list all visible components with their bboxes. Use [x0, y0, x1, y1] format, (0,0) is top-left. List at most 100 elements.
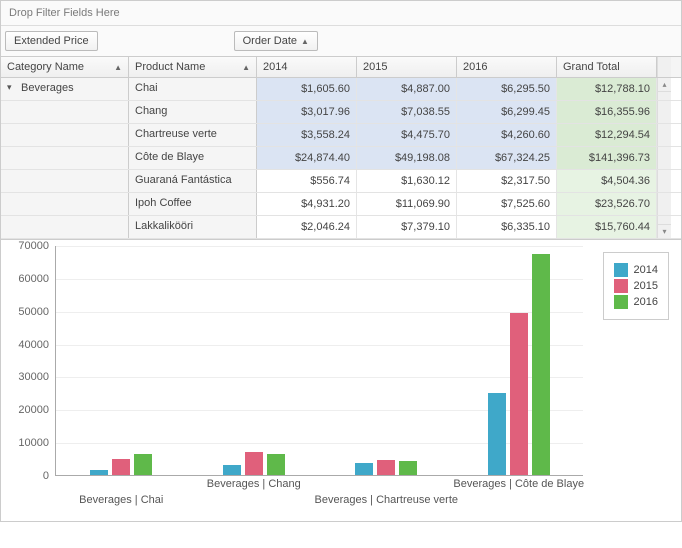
grand-total-cell[interactable]: $12,294.54 — [557, 124, 657, 146]
bar-2015[interactable] — [112, 459, 130, 475]
scrollbar-track[interactable]: ▴ — [657, 78, 671, 100]
y-tick-label: 50000 — [18, 306, 49, 318]
bar-2016[interactable] — [399, 461, 417, 475]
scrollbar-track[interactable] — [657, 101, 671, 123]
year-2014-header[interactable]: 2014 — [257, 57, 357, 77]
category-cell — [1, 124, 129, 146]
y-tick-label: 70000 — [18, 240, 49, 252]
legend-item[interactable]: 2014 — [614, 263, 658, 277]
grand-total-cell[interactable]: $4,504.36 — [557, 170, 657, 192]
y-tick-label: 60000 — [18, 273, 49, 285]
product-cell: Chang — [129, 101, 257, 123]
y-tick-label: 20000 — [18, 404, 49, 416]
value-cell[interactable]: $3,017.96 — [257, 101, 357, 123]
year-2016-header[interactable]: 2016 — [457, 57, 557, 77]
bar-group — [90, 454, 154, 475]
bar-group — [355, 460, 419, 475]
grid-line — [56, 246, 583, 247]
x-axis-labels: Beverages | ChaiBeverages | ChangBeverag… — [55, 476, 583, 516]
chart-area: 010000200003000040000500006000070000 — [9, 246, 673, 476]
scrollbar-track[interactable] — [657, 124, 671, 146]
legend-item[interactable]: 2016 — [614, 295, 658, 309]
pivot-header-row: Category Name ▲ Product Name ▲ 2014 2015… — [1, 57, 681, 78]
product-cell: Guaraná Fantástica — [129, 170, 257, 192]
value-cell[interactable]: $556.74 — [257, 170, 357, 192]
table-row: ▾ Beverages Chai$1,605.60$4,887.00$6,295.5… — [1, 78, 681, 101]
legend-label: 2014 — [634, 264, 658, 276]
grand-total-header[interactable]: Grand Total — [557, 57, 657, 77]
filter-drop-area[interactable]: Drop Filter Fields Here — [1, 1, 681, 26]
x-tick-label: Beverages | Chai — [79, 494, 163, 506]
grand-total-cell[interactable]: $141,396.73 — [557, 147, 657, 169]
sort-asc-icon: ▲ — [242, 63, 250, 72]
value-cell[interactable]: $2,046.24 — [257, 216, 357, 238]
legend-item[interactable]: 2015 — [614, 279, 658, 293]
category-name-header-label: Category Name — [7, 61, 84, 73]
bar-group — [488, 254, 552, 475]
grand-total-cell[interactable]: $12,788.10 — [557, 78, 657, 100]
scrollbar-track[interactable] — [657, 193, 671, 215]
value-cell[interactable]: $3,558.24 — [257, 124, 357, 146]
y-axis: 010000200003000040000500006000070000 — [9, 246, 55, 476]
column-field-pill[interactable]: Order Date ▲ — [234, 31, 318, 51]
sort-asc-icon: ▲ — [301, 37, 309, 46]
table-row: Chang$3,017.96$7,038.55$6,299.45$16,355.… — [1, 101, 681, 124]
grand-total-cell[interactable]: $16,355.96 — [557, 101, 657, 123]
legend-label: 2016 — [634, 296, 658, 308]
value-cell[interactable]: $4,887.00 — [357, 78, 457, 100]
bar-2014[interactable] — [223, 465, 241, 475]
bar-2016[interactable] — [267, 454, 285, 475]
scroll-up-button[interactable]: ▴ — [658, 78, 671, 92]
value-cell[interactable]: $1,630.12 — [357, 170, 457, 192]
product-name-header[interactable]: Product Name ▲ — [129, 57, 257, 77]
bar-2014[interactable] — [355, 463, 373, 475]
category-name-header[interactable]: Category Name ▲ — [1, 57, 129, 77]
bar-2015[interactable] — [510, 313, 528, 475]
bar-2016[interactable] — [134, 454, 152, 475]
value-cell[interactable]: $7,525.60 — [457, 193, 557, 215]
value-cell[interactable]: $11,069.90 — [357, 193, 457, 215]
product-cell: Chai — [129, 78, 257, 100]
legend-swatch — [614, 263, 628, 277]
product-cell: Lakkalikööri — [129, 216, 257, 238]
value-cell[interactable]: $4,931.20 — [257, 193, 357, 215]
value-cell[interactable]: $49,198.08 — [357, 147, 457, 169]
scroll-down-button[interactable]: ▾ — [658, 224, 671, 238]
data-column-field-row: Extended Price Order Date ▲ — [1, 26, 681, 57]
bar-2014[interactable] — [90, 470, 108, 475]
value-cell[interactable]: $7,379.10 — [357, 216, 457, 238]
value-cell[interactable]: $2,317.50 — [457, 170, 557, 192]
y-tick-label: 10000 — [18, 437, 49, 449]
expand-collapse-icon[interactable]: ▾ — [7, 82, 17, 93]
value-cell[interactable]: $67,324.25 — [457, 147, 557, 169]
table-row: Ipoh Coffee$4,931.20$11,069.90$7,525.60$… — [1, 193, 681, 216]
grand-total-cell[interactable]: $15,760.44 — [557, 216, 657, 238]
grand-total-cell[interactable]: $23,526.70 — [557, 193, 657, 215]
data-field-pill[interactable]: Extended Price — [5, 31, 98, 51]
value-cell[interactable]: $6,295.50 — [457, 78, 557, 100]
year-2015-header[interactable]: 2015 — [357, 57, 457, 77]
value-cell[interactable]: $1,605.60 — [257, 78, 357, 100]
category-cell — [1, 101, 129, 123]
scrollbar-track[interactable] — [657, 170, 671, 192]
scrollbar-track[interactable]: ▾ — [657, 216, 671, 238]
bar-2016[interactable] — [532, 254, 550, 475]
value-cell[interactable]: $4,475.70 — [357, 124, 457, 146]
category-cell — [1, 170, 129, 192]
value-cell[interactable]: $4,260.60 — [457, 124, 557, 146]
table-row: Lakkalikööri$2,046.24$7,379.10$6,335.10$… — [1, 216, 681, 239]
value-cell[interactable]: $6,335.10 — [457, 216, 557, 238]
table-row: Chartreuse verte$3,558.24$4,475.70$4,260… — [1, 124, 681, 147]
value-cell[interactable]: $7,038.55 — [357, 101, 457, 123]
bar-group — [223, 452, 287, 475]
value-cell[interactable]: $6,299.45 — [457, 101, 557, 123]
bar-2015[interactable] — [377, 460, 395, 475]
legend-swatch — [614, 295, 628, 309]
bar-2015[interactable] — [245, 452, 263, 475]
category-cell — [1, 193, 129, 215]
value-cell[interactable]: $24,874.40 — [257, 147, 357, 169]
y-tick-label: 40000 — [18, 339, 49, 351]
category-label: Beverages — [21, 82, 74, 94]
scrollbar-track[interactable] — [657, 147, 671, 169]
bar-2014[interactable] — [488, 393, 506, 475]
